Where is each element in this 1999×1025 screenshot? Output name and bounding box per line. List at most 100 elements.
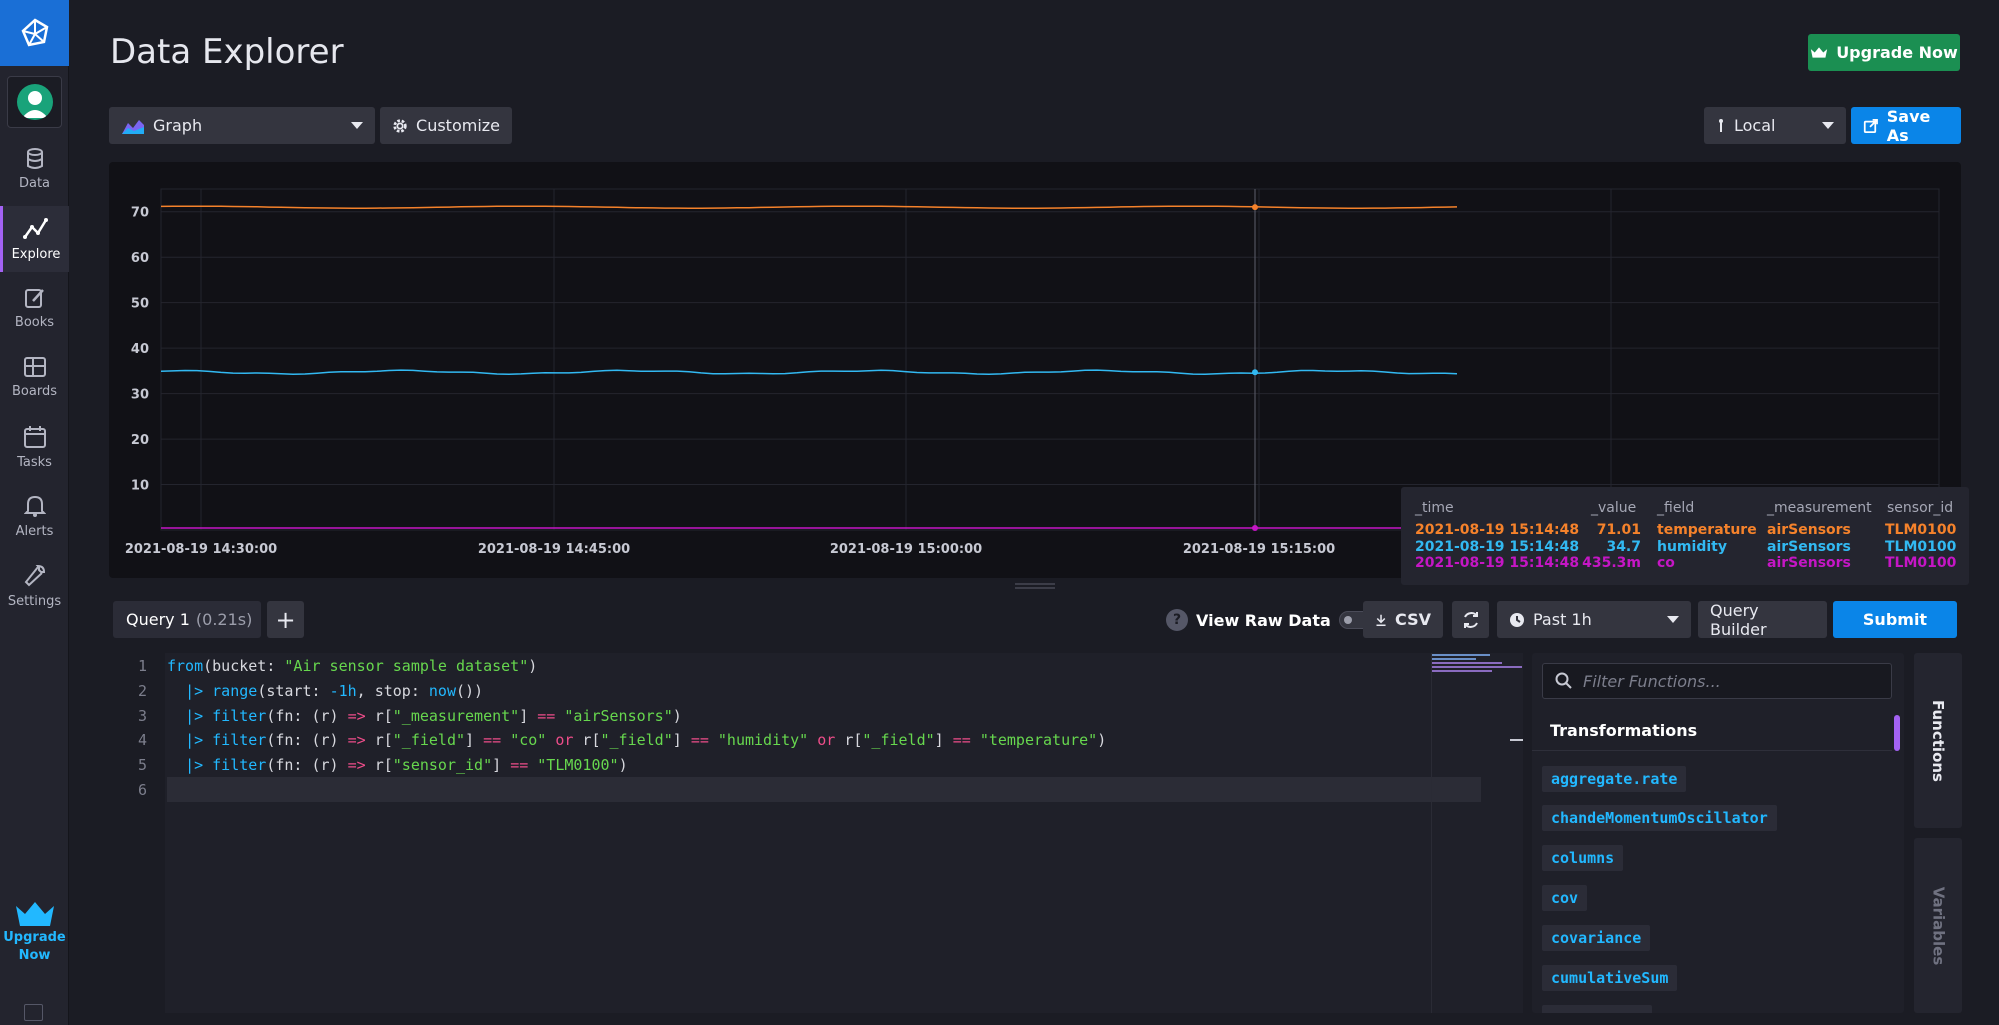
filter-functions-placeholder: Filter Functions...: [1583, 671, 1721, 691]
sidebar-item-alerts[interactable]: Alerts: [0, 483, 69, 549]
function-item[interactable]: cov: [1542, 885, 1588, 911]
customize-button[interactable]: Customize: [380, 107, 512, 144]
y-tick-label: 30: [131, 388, 149, 403]
line-number: 3: [137, 707, 147, 725]
crown-icon: [1811, 47, 1828, 58]
upgrade-now-label: Upgrade Now: [1836, 43, 1958, 62]
line-gutter: 1 2 3 4 5 6: [109, 653, 165, 1013]
y-tick-label: 70: [131, 206, 149, 221]
tab-variables[interactable]: Variables: [1914, 838, 1962, 1013]
graph-panel[interactable]: 70 60 50 40 30 20 10 2021-08-19 14:30:00 2021-08…: [109, 162, 1969, 585]
export-icon: [1863, 118, 1878, 133]
editor-minimap[interactable]: [1431, 653, 1523, 1013]
tab-functions-label: Functions: [1929, 699, 1948, 782]
user-avatar-button[interactable]: [7, 76, 62, 128]
graph-type-label: Graph: [153, 116, 203, 135]
flux-editor[interactable]: 1 2 3 4 5 6 from(bucket: "Air sensor sam…: [109, 653, 1523, 1013]
tooltip-cell-value: 435.3m: [1582, 555, 1641, 571]
function-item[interactable]: chandeMomentumOscillator: [1542, 805, 1777, 831]
functions-scrollbar[interactable]: [1894, 715, 1900, 751]
panel-resize-handle[interactable]: [1015, 583, 1055, 589]
sidebar-item-label: Alerts: [15, 523, 54, 539]
sidebar-item-label: Boards: [12, 383, 57, 399]
transformations-section-header: Transformations: [1532, 711, 1892, 751]
sidebar-item-label: Explore: [11, 246, 61, 262]
sidebar-item-tasks[interactable]: Tasks: [0, 414, 69, 480]
code-line-1[interactable]: from(bucket: "Air sensor sample dataset"…: [167, 657, 537, 675]
sidebar-item-boards[interactable]: Boards: [0, 344, 69, 410]
submit-button[interactable]: Submit: [1833, 601, 1957, 638]
y-tick-label: 40: [131, 342, 149, 357]
hover-tooltip: _time _value _field _measurement sensor_id 20…: [1401, 487, 1969, 585]
tooltip-cell-field: temperature: [1657, 522, 1757, 538]
graph-icon: [23, 217, 48, 239]
line-number: 5: [137, 756, 147, 774]
sidebar-item-label: Settings: [7, 593, 62, 609]
x-tick-label: 2021-08-19 15:15:00: [1183, 542, 1335, 557]
y-tick-label: 10: [131, 479, 149, 494]
code-line-3[interactable]: |> filter(fn: (r) => r["_measurement"] =…: [167, 707, 682, 725]
tooltip-cell-time: 2021-08-19 15:14:48: [1415, 555, 1580, 571]
notebook-icon: [24, 288, 44, 308]
sidebar-item-books[interactable]: Books: [0, 275, 69, 341]
tooltip-cell-field: co: [1657, 555, 1675, 571]
upgrade-label-now: Now: [18, 948, 51, 963]
gear-icon: [393, 118, 407, 133]
influxdb-logo[interactable]: [0, 0, 69, 66]
save-as-label: Save As: [1886, 106, 1931, 145]
clock-icon: [1510, 612, 1524, 627]
upgrade-now-button[interactable]: Upgrade Now: [1808, 34, 1960, 71]
refresh-icon: [1463, 611, 1478, 628]
time-range-dropdown[interactable]: Past 1h: [1497, 601, 1691, 638]
sidebar-item-data[interactable]: Data: [0, 136, 69, 202]
sidebar-item-label: Data: [18, 175, 51, 191]
view-raw-data-toggle[interactable]: ? View Raw Data: [1166, 608, 1373, 632]
code-line-2[interactable]: |> range(start: -1h, stop: now()): [167, 682, 483, 700]
code-line-4[interactable]: |> filter(fn: (r) => r["_field"] == "co"…: [167, 731, 1106, 749]
code-line-5[interactable]: |> filter(fn: (r) => r["sensor_id"] == "…: [167, 756, 628, 774]
minimap-preview: [1432, 654, 1523, 740]
timezone-label: Local: [1734, 116, 1776, 135]
y-tick-label: 50: [131, 297, 149, 312]
tooltip-cell-measurement: airSensors: [1767, 538, 1851, 555]
csv-download-button[interactable]: CSV: [1363, 601, 1443, 638]
function-item[interactable]: cumulativeSum: [1542, 965, 1678, 991]
view-raw-data-label: View Raw Data: [1196, 610, 1331, 630]
sidebar-item-label: Tasks: [17, 454, 52, 470]
upgrade-label: Upgrade: [3, 930, 66, 945]
add-query-button[interactable]: +: [267, 601, 304, 638]
line-number: 2: [137, 682, 147, 700]
customize-label: Customize: [416, 116, 500, 135]
plot-frame: [160, 188, 1940, 531]
tooltip-cell-sensor: TLM0100: [1885, 522, 1957, 538]
pin-icon: [1719, 118, 1723, 132]
save-as-button[interactable]: Save As: [1851, 106, 1961, 145]
sidebar-item-explore[interactable]: Explore: [0, 206, 69, 272]
query-builder-button[interactable]: Query Builder: [1698, 601, 1827, 639]
help-icon[interactable]: ?: [1166, 609, 1188, 631]
functions-panel: Filter Functions... Transformations aggr…: [1532, 653, 1904, 1013]
database-icon: [26, 147, 43, 169]
bell-icon: [23, 495, 46, 517]
function-item-partial[interactable]: [1542, 1005, 1652, 1013]
collapse-sidebar-button[interactable]: [24, 1004, 43, 1021]
sidebar-item-settings[interactable]: Settings: [0, 553, 69, 619]
timezone-dropdown[interactable]: Local: [1704, 107, 1846, 144]
wrench-icon: [24, 564, 45, 586]
hover-point-co: [1252, 525, 1258, 532]
graph-type-dropdown[interactable]: Graph: [109, 107, 375, 144]
filter-functions-input[interactable]: Filter Functions...: [1542, 663, 1892, 699]
function-item[interactable]: columns: [1542, 845, 1624, 871]
download-icon: [1376, 614, 1386, 626]
query-tab-1[interactable]: Query 1 (0.21s): [113, 601, 261, 638]
current-line-highlight: [167, 777, 1481, 802]
function-item[interactable]: aggregate.rate: [1542, 766, 1687, 792]
tooltip-cell-value: 34.7: [1606, 538, 1641, 555]
function-item[interactable]: covariance: [1542, 925, 1651, 951]
y-tick-label: 20: [131, 433, 149, 448]
tooltip-cell-sensor: TLM0100: [1885, 538, 1957, 555]
tab-functions[interactable]: Functions: [1914, 653, 1962, 828]
refresh-button[interactable]: [1452, 601, 1489, 638]
tooltip-cell-value: 71.01: [1596, 522, 1641, 538]
sidebar-upgrade-now[interactable]: Upgrade Now: [0, 900, 69, 980]
